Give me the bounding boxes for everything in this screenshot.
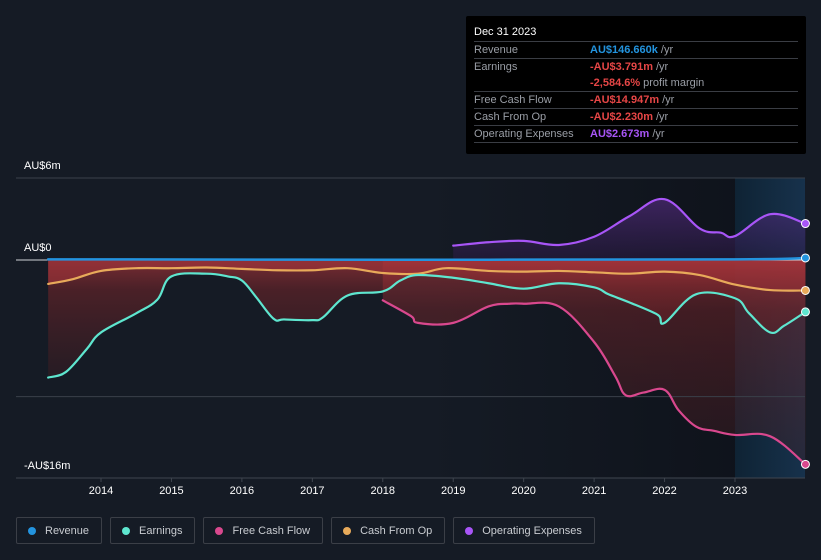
tooltip-row: Operating Expenses AU$2.673m/yr — [474, 125, 798, 143]
legend-dot-icon — [122, 526, 131, 535]
tooltip-row: Revenue AU$146.660k/yr — [474, 41, 798, 58]
x-tick-label: 2016 — [229, 485, 255, 497]
tooltip-suffix: /yr — [660, 44, 674, 56]
tooltip-row: Free Cash Flow -AU$14.947m/yr — [474, 91, 798, 108]
free-cash-flow-end-point — [800, 459, 810, 469]
legend-dot-icon — [28, 526, 36, 535]
legend-dot-icon — [343, 526, 352, 535]
tooltip-suffix: /yr — [652, 128, 665, 140]
legend-label: Free Cash Flow — [232, 524, 311, 537]
tooltip-suffix: /yr — [655, 111, 669, 123]
legend-item-operating-expenses[interactable]: Operating Expenses — [453, 517, 595, 544]
tooltip-row: Earnings -AU$3.791m/yr — [474, 58, 798, 75]
legend-label: Cash From Op — [360, 524, 433, 537]
x-tick-label: 2022 — [652, 485, 677, 497]
x-tick-label: 2017 — [300, 485, 325, 497]
y-tick-label: AU$0 — [24, 242, 52, 254]
cash-from-op-end-point — [800, 285, 810, 295]
legend-dot-icon — [215, 526, 224, 535]
tooltip-value: -AU$14.947m — [590, 94, 660, 106]
legend-label: Earnings — [139, 524, 183, 537]
tooltip-label: Free Cash Flow — [474, 94, 552, 106]
tooltip: Dec 31 2023 Revenue AU$146.660k/yr Earning… — [466, 16, 806, 154]
x-tick-label: 2014 — [88, 485, 114, 497]
tooltip-label — [474, 75, 590, 91]
operating-expenses-end-point — [800, 219, 810, 229]
legend: Revenue Earnings Free Cash Flow Cash From O… — [16, 517, 595, 544]
tooltip-label: Revenue — [474, 44, 519, 56]
legend-item-revenue[interactable]: Revenue — [16, 517, 103, 544]
legend-item-earnings[interactable]: Earnings — [110, 517, 196, 544]
revenue-end-point — [800, 253, 810, 263]
x-tick-label: 2023 — [722, 485, 748, 497]
y-tick-label: -AU$16m — [24, 460, 71, 472]
tooltip-value: -AU$2.230m — [590, 111, 653, 123]
x-tick-label: 2015 — [159, 485, 184, 497]
earnings-end-point — [800, 307, 810, 317]
legend-label: Revenue — [45, 524, 90, 537]
tooltip-label: Operating Expenses — [474, 128, 574, 140]
legend-item-free-cash-flow[interactable]: Free Cash Flow — [203, 517, 324, 544]
tooltip-value: -2,584.6% — [590, 77, 641, 89]
tooltip-suffix: profit margin — [643, 77, 705, 89]
legend-dot-icon — [465, 526, 474, 535]
tooltip-value: AU$2.673m — [590, 128, 650, 140]
y-tick-label: AU$6m — [24, 160, 61, 172]
x-tick-label: 2019 — [440, 485, 466, 497]
legend-item-cash-from-op[interactable]: Cash From Op — [331, 517, 446, 544]
legend-label: Operating Expenses — [482, 524, 582, 537]
tooltip-date: Dec 31 2023 — [474, 26, 537, 38]
tooltip-value: -AU$3.791m — [590, 61, 653, 73]
tooltip-suffix: /yr — [655, 61, 669, 73]
tooltip-label: Earnings — [474, 61, 518, 73]
tooltip-label: Cash From Op — [474, 111, 547, 123]
x-tick-label: 2021 — [581, 485, 607, 497]
tooltip-row: Cash From Op -AU$2.230m/yr — [474, 108, 798, 125]
revenue-line — [46, 256, 807, 261]
tooltip-suffix: /yr — [662, 94, 675, 106]
x-tick-label: 2018 — [370, 485, 395, 497]
tooltip-row: -2,584.6% profit margin — [474, 75, 798, 91]
x-tick-label: 2020 — [511, 485, 536, 497]
tooltip-value: AU$146.660k — [590, 44, 658, 56]
